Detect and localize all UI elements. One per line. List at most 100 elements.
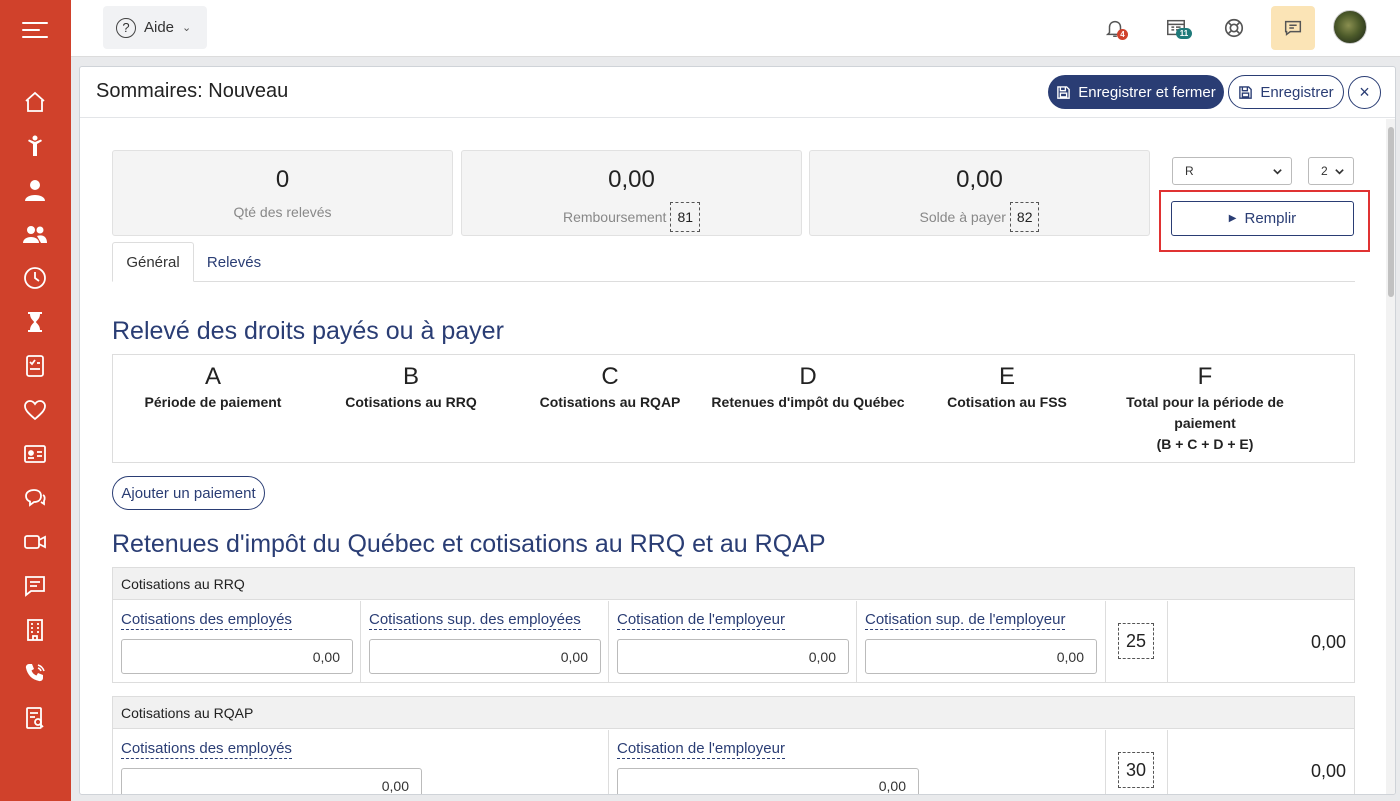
rqap-employer-cell: Cotisation de l'employeur 0,00 [609, 730, 1106, 794]
balance-value: 0,00 [956, 166, 1003, 193]
rrq-employee-sup-input[interactable]: 0,00 [369, 639, 601, 674]
home-icon[interactable] [22, 89, 48, 115]
chevron-down-icon [1273, 169, 1282, 175]
column-label: Cotisation au FSS [947, 394, 1067, 410]
message-icon[interactable] [22, 573, 48, 599]
rqap-employer-label[interactable]: Cotisation de l'employeur [617, 740, 785, 759]
rqap-group-title: Cotisations au RQAP [113, 697, 1354, 729]
reports-icon[interactable]: 11 [1162, 14, 1192, 42]
column-label: Cotisations au RQAP [539, 394, 681, 410]
building-icon[interactable] [22, 617, 48, 643]
balance-box-number: 82 [1009, 202, 1040, 232]
avatar[interactable] [1333, 10, 1367, 44]
column-c: C Cotisations au RQAP [510, 363, 710, 413]
video-icon[interactable] [22, 529, 48, 555]
rrq-employee-sup-label[interactable]: Cotisations sup. des employées [369, 611, 581, 630]
column-letter: D [799, 363, 817, 390]
sidebar [0, 0, 71, 801]
number-select[interactable]: 2 [1308, 157, 1354, 185]
rrq-employer-label[interactable]: Cotisation de l'employeur [617, 611, 785, 630]
reports-badge: 11 [1176, 28, 1192, 39]
column-b: B Cotisations au RRQ [311, 363, 511, 413]
chevron-down-icon: ⌄ [182, 22, 192, 34]
checklist-icon[interactable] [22, 353, 48, 379]
rqap-employee-label[interactable]: Cotisations des employés [121, 740, 292, 759]
payments-columns: A Période de paiement B Cotisations au R… [112, 354, 1355, 463]
rrq-box-number: 25 [1118, 623, 1154, 659]
person-raise-icon[interactable] [22, 133, 48, 159]
heart-icon[interactable] [22, 397, 48, 423]
column-letter: A [204, 363, 221, 390]
tab-bar: Général Relevés [112, 242, 1355, 282]
chat-button[interactable] [1271, 6, 1315, 50]
save-and-close-label: Enregistrer et fermer [1078, 83, 1216, 101]
column-letter: F [1197, 363, 1213, 390]
hourglass-icon[interactable] [22, 309, 48, 335]
help-icon: ? [116, 17, 136, 38]
rrq-employee-input[interactable]: 0,00 [121, 639, 353, 674]
summary-modal: Sommaires: Nouveau Enregistrer et fermer… [79, 66, 1396, 795]
payments-heading: Relevé des droits payés ou à payer [112, 317, 504, 345]
type-select-value: R [1185, 164, 1194, 178]
rrq-employee-sup-cell: Cotisations sup. des employées 0,00 [361, 601, 609, 683]
qty-value: 0 [275, 166, 290, 193]
menu-icon[interactable] [22, 18, 48, 42]
save-icon [1239, 85, 1253, 99]
rqap-total: 0,00 [1310, 761, 1346, 781]
column-f: F Total pour la période de paiement (B +… [1105, 363, 1305, 455]
fill-label: Remplir [1244, 210, 1297, 227]
type-select[interactable]: R [1172, 157, 1292, 185]
phone-icon[interactable] [22, 661, 48, 687]
rqap-employer-input[interactable]: 0,00 [617, 768, 919, 794]
number-select-value: 2 [1321, 164, 1328, 178]
rrq-group: Cotisations au RRQ Cotisations des emplo… [112, 567, 1355, 683]
chat-icon[interactable] [22, 485, 48, 511]
rqap-employee-input[interactable]: 0,00 [121, 768, 422, 794]
rqap-group: Cotisations au RQAP Cotisations des empl… [112, 696, 1355, 794]
column-letter: B [402, 363, 419, 390]
id-card-icon[interactable] [22, 441, 48, 467]
modal-header: Sommaires: Nouveau Enregistrer et fermer… [80, 67, 1395, 118]
support-icon[interactable] [1220, 14, 1248, 42]
column-label: Retenues d'impôt du Québec [711, 394, 905, 410]
scroll-thumb[interactable] [1388, 127, 1394, 297]
column-d: D Retenues d'impôt du Québec [708, 363, 908, 413]
rrq-box-cell: 25 [1106, 601, 1168, 683]
column-label: Cotisations au RRQ [345, 394, 477, 410]
column-label: Total pour la période de paiement [1126, 394, 1284, 431]
report-icon[interactable] [22, 705, 48, 731]
play-icon: ▶ [1228, 213, 1237, 224]
rrq-employer-input[interactable]: 0,00 [617, 639, 849, 674]
balance-card: 0,00 Solde à payer 82 [809, 150, 1150, 236]
help-label: Aide [144, 19, 175, 36]
users-icon[interactable] [22, 221, 48, 247]
save-and-close-button[interactable]: Enregistrer et fermer [1048, 75, 1224, 109]
rqap-box-cell: 30 [1106, 730, 1168, 794]
help-button[interactable]: ? Aide ⌄ [103, 6, 207, 49]
rrq-employer-sup-input[interactable]: 0,00 [865, 639, 1097, 674]
bell-icon[interactable]: 4 [1101, 14, 1129, 42]
user-icon[interactable] [22, 177, 48, 203]
clock-icon[interactable] [22, 265, 48, 291]
balance-label: Solde à payer [919, 209, 1006, 225]
close-icon[interactable]: × [1348, 76, 1381, 109]
chevron-down-icon [1335, 169, 1344, 175]
refund-value: 0,00 [608, 166, 655, 193]
page-title: Sommaires: Nouveau [96, 80, 289, 102]
rrq-employer-sup-label[interactable]: Cotisation sup. de l'employeur [865, 611, 1066, 630]
refund-card: 0,00 Remboursement 81 [461, 150, 802, 236]
fill-button[interactable]: ▶ Remplir [1171, 201, 1354, 236]
rqap-employee-cell: Cotisations des employés 0,00 [113, 730, 609, 794]
save-label: Enregistrer [1260, 83, 1334, 101]
refund-box-number: 81 [670, 202, 701, 232]
tab-general[interactable]: Général [112, 242, 194, 282]
notification-badge: 4 [1117, 29, 1128, 40]
scrollbar[interactable] [1386, 119, 1395, 794]
top-bar: ? Aide ⌄ 4 11 [71, 0, 1400, 57]
tab-releves[interactable]: Relevés [202, 242, 266, 282]
save-button[interactable]: Enregistrer [1228, 75, 1344, 109]
save-icon [1057, 85, 1071, 99]
rrq-total: 0,00 [1310, 632, 1346, 652]
rrq-employee-label[interactable]: Cotisations des employés [121, 611, 292, 630]
add-payment-button[interactable]: Ajouter un paiement [112, 476, 265, 510]
